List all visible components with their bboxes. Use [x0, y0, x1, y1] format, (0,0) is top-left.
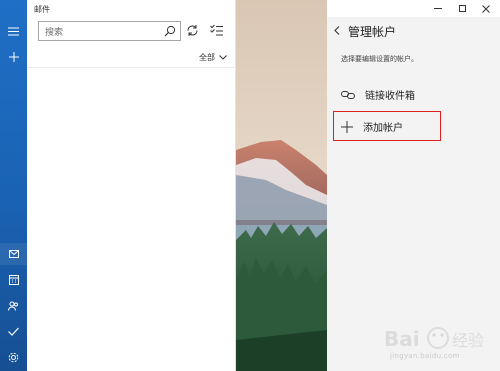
settings-button[interactable] — [0, 346, 27, 368]
maximize-button[interactable] — [450, 0, 474, 17]
filter-dropdown[interactable]: 全部 — [199, 52, 227, 63]
link-icon — [341, 90, 355, 99]
panel-description: 选择要编辑设置的帐户。 — [341, 55, 418, 63]
nav-rail — [0, 0, 27, 371]
search-placeholder: 搜索 — [45, 28, 64, 38]
back-icon[interactable] — [334, 26, 340, 35]
sync-icon[interactable] — [186, 24, 199, 37]
link-inboxes-button[interactable]: 链接收件箱 — [341, 87, 415, 102]
filter-label: 全部 — [199, 53, 215, 62]
divider — [27, 67, 236, 68]
svg-text:Bai: Bai — [384, 327, 420, 351]
background-landscape-image — [236, 0, 327, 371]
maximize-icon — [458, 5, 466, 12]
hamburger-icon — [8, 27, 19, 35]
app-title: 邮件 — [34, 5, 50, 14]
settings-icon — [8, 352, 19, 362]
minimize-button[interactable] — [426, 0, 450, 17]
add-account-button[interactable]: 添加帐户 — [341, 119, 403, 134]
title-bar — [236, 0, 500, 17]
svg-text:经验: 经验 — [452, 331, 484, 350]
hamburger-button[interactable] — [0, 20, 27, 42]
baidu-watermark-logo: Bai 经验 — [384, 327, 484, 351]
message-list-pane: 邮件 搜索 全部 — [27, 0, 236, 371]
plus-icon — [341, 120, 353, 133]
todo-icon — [8, 327, 19, 336]
mail-icon — [8, 250, 19, 258]
close-button[interactable] — [474, 0, 498, 17]
add-account-label: 添加帐户 — [363, 123, 403, 134]
watermark-url: jingyan.baidu.com — [390, 352, 460, 360]
new-mail-button[interactable] — [0, 46, 27, 68]
panel-title: 管理帐户 — [348, 25, 397, 39]
minimize-icon — [434, 8, 442, 9]
link-inboxes-label: 链接收件箱 — [365, 91, 415, 102]
people-button[interactable] — [0, 295, 27, 317]
people-icon — [8, 301, 18, 311]
search-input[interactable]: 搜索 — [38, 21, 181, 41]
plus-icon — [8, 52, 19, 62]
select-icon[interactable] — [210, 24, 223, 36]
chevron-down-icon — [219, 55, 227, 60]
close-icon — [482, 4, 490, 13]
search-icon[interactable] — [164, 25, 176, 37]
calendar-button[interactable] — [0, 269, 27, 291]
todo-button[interactable] — [0, 320, 27, 342]
mail-button[interactable] — [0, 243, 27, 265]
calendar-icon — [8, 275, 19, 285]
